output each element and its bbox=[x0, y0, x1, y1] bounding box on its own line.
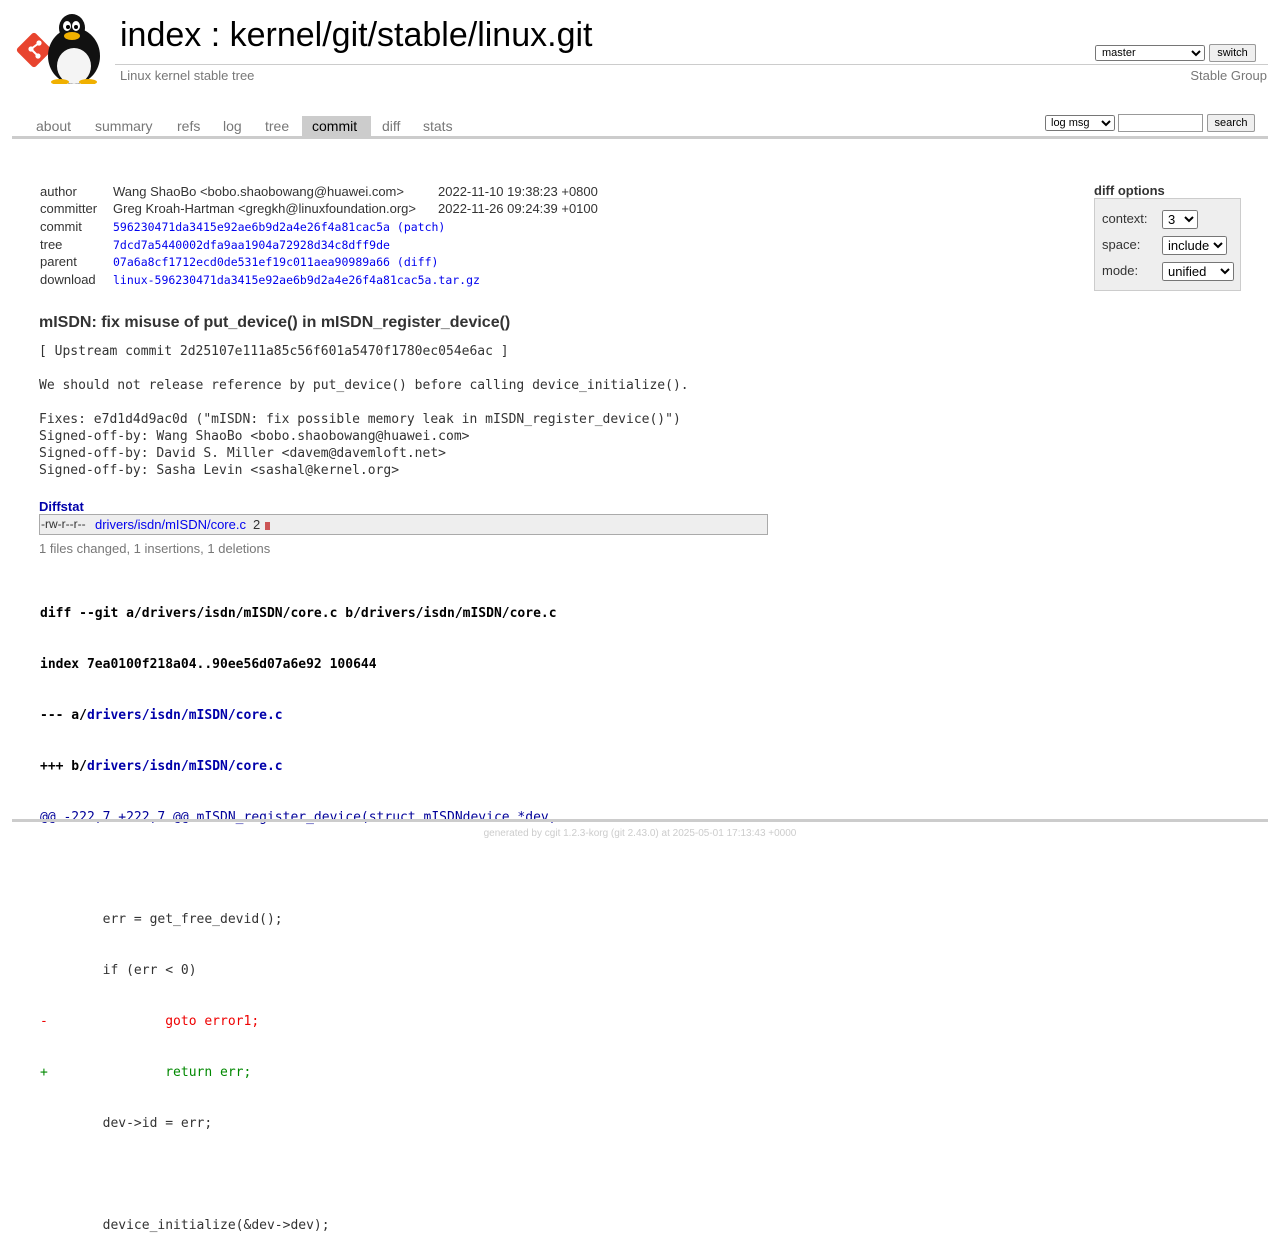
switch-button[interactable]: switch bbox=[1209, 44, 1256, 62]
footer-git-version: (git 2.43.0) bbox=[608, 828, 659, 839]
diff-options-panel: context: 3 space: include mode: unified bbox=[1094, 198, 1241, 291]
title-separator: : bbox=[201, 16, 230, 54]
tab-summary[interactable]: summary bbox=[85, 116, 163, 136]
diff-context-line bbox=[40, 860, 557, 877]
parent-value: 07a6a8cf1712ecd0de531ef19c011aea90989a66… bbox=[113, 255, 438, 269]
repo-link[interactable]: kernel/git/stable/linux.git bbox=[230, 16, 593, 54]
search-input[interactable] bbox=[1118, 114, 1203, 132]
author-date: 2022-11-10 19:38:23 +0800 bbox=[438, 184, 598, 199]
space-select[interactable]: include bbox=[1162, 236, 1227, 255]
diffstat-header[interactable]: Diffstat bbox=[39, 499, 84, 514]
diffstat-link[interactable]: Diffstat bbox=[39, 499, 84, 514]
diff-deleted-line: - goto error1; bbox=[40, 1014, 260, 1029]
committer-value: Greg Kroah-Hartman <gregkh@linuxfoundati… bbox=[113, 201, 416, 216]
tab-commit[interactable]: commit bbox=[302, 116, 371, 136]
footer: generated by cgit 1.2.3-korg (git 2.43.0… bbox=[0, 828, 1280, 839]
diff-minus-file-line: --- a/drivers/isdn/mISDN/core.c bbox=[40, 707, 557, 724]
diff-context-line: if (err < 0) bbox=[40, 963, 197, 978]
download-label: download bbox=[40, 272, 96, 287]
committer-label: committer bbox=[40, 201, 98, 216]
diff-new-file-link[interactable]: drivers/isdn/mISDN/core.c bbox=[87, 759, 283, 774]
parent-label: parent bbox=[40, 254, 77, 269]
commit-value: 596230471da3415e92ae6b9d2a4e26f4a81cac5a… bbox=[113, 220, 445, 234]
tab-refs[interactable]: refs bbox=[167, 116, 210, 136]
page-title: index : kernel/git/stable/linux.git bbox=[120, 16, 593, 55]
cgit-link[interactable]: cgit 1.2.3-korg bbox=[545, 828, 608, 839]
diff-old-file-link[interactable]: drivers/isdn/mISDN/core.c bbox=[87, 708, 283, 723]
footer-prefix: generated by bbox=[483, 828, 545, 839]
commit-label: commit bbox=[40, 219, 82, 234]
diff-hunk-header: @@ -222,7 +222,7 @@ mISDN_register_devic… bbox=[40, 810, 557, 825]
patch-link[interactable]: (patch) bbox=[397, 220, 445, 234]
diff-added-line: + return err; bbox=[40, 1065, 252, 1080]
tree-hash-link[interactable]: 7dcd7a5440002dfa9aa1904a72928d34c8dff9de bbox=[113, 238, 390, 252]
commit-message: [ Upstream commit 2d25107e111a85c56f601a… bbox=[39, 344, 689, 478]
commit-subject: mISDN: fix misuse of put_device() in mIS… bbox=[39, 314, 511, 331]
download-link[interactable]: linux-596230471da3415e92ae6b9d2a4e26f4a8… bbox=[113, 273, 480, 287]
index-link[interactable]: index bbox=[120, 16, 201, 54]
tree-value: 7dcd7a5440002dfa9aa1904a72928d34c8dff9de bbox=[113, 238, 390, 252]
repo-owner[interactable]: Stable Group bbox=[1190, 68, 1267, 83]
footer-timestamp: at 2025-05-01 17:13:43 +0000 bbox=[658, 828, 797, 839]
space-label: space: bbox=[1102, 237, 1141, 252]
diff-plus-file-line: +++ b/drivers/isdn/mISDN/core.c bbox=[40, 758, 557, 775]
owner-link[interactable]: Stable Group bbox=[1190, 68, 1267, 83]
parent-diff-link[interactable]: (diff) bbox=[397, 255, 439, 269]
plus-prefix: +++ b/ bbox=[40, 759, 87, 774]
parent-hash-link[interactable]: 07a6a8cf1712ecd0de531ef19c011aea90989a66 bbox=[113, 255, 390, 269]
diffstat-table: -rw-r--r-- drivers/isdn/mISDN/core.c 2 bbox=[39, 514, 768, 535]
file-mode: -rw-r--r-- bbox=[41, 517, 86, 531]
diff-context-line: err = get_free_devid(); bbox=[40, 912, 283, 927]
tab-diff[interactable]: diff bbox=[372, 116, 410, 136]
author-label: author bbox=[40, 184, 77, 199]
search-button[interactable]: search bbox=[1207, 114, 1255, 132]
diff-context-line: device_initialize(&dev->dev); bbox=[40, 1218, 330, 1233]
commit-hash-link[interactable]: 596230471da3415e92ae6b9d2a4e26f4a81cac5a bbox=[113, 220, 390, 234]
diff-index-line: index 7ea0100f218a04..90ee56d07a6e92 100… bbox=[40, 657, 377, 672]
mode-select[interactable]: unified bbox=[1162, 262, 1234, 281]
diff-context-line bbox=[40, 1166, 557, 1183]
deletions-bar bbox=[265, 522, 270, 530]
tree-label: tree bbox=[40, 237, 63, 252]
diffstat-summary: 1 files changed, 1 insertions, 1 deletio… bbox=[39, 541, 271, 556]
mode-label: mode: bbox=[1102, 263, 1139, 278]
diff-header-line: diff --git a/drivers/isdn/mISDN/core.c b… bbox=[40, 606, 557, 621]
context-label: context: bbox=[1102, 211, 1148, 226]
download-value: linux-596230471da3415e92ae6b9d2a4e26f4a8… bbox=[113, 273, 480, 287]
tab-about[interactable]: about bbox=[26, 116, 81, 136]
branch-select[interactable]: master bbox=[1095, 45, 1205, 61]
diff-options-title: diff options bbox=[1094, 183, 1165, 198]
header-divider bbox=[115, 64, 1268, 65]
author-value: Wang ShaoBo <bobo.shaobowang@huawei.com> bbox=[113, 184, 404, 199]
footer-divider bbox=[12, 819, 1268, 822]
diffstat-file-link[interactable]: drivers/isdn/mISDN/core.c bbox=[95, 517, 246, 532]
diffstat-count: 2 bbox=[253, 517, 261, 532]
search-type-select[interactable]: log msg bbox=[1045, 115, 1115, 131]
minus-prefix: --- a/ bbox=[40, 708, 87, 723]
diff-view: diff --git a/drivers/isdn/mISDN/core.c b… bbox=[40, 571, 557, 1251]
diffstat-graph bbox=[265, 520, 275, 530]
tab-log[interactable]: log bbox=[213, 116, 252, 136]
committer-date: 2022-11-26 09:24:39 +0100 bbox=[438, 201, 598, 216]
diff-context-line: dev->id = err; bbox=[40, 1116, 213, 1131]
cgit-logo[interactable] bbox=[14, 12, 110, 85]
tab-tree[interactable]: tree bbox=[255, 116, 299, 136]
tab-stats[interactable]: stats bbox=[413, 116, 463, 136]
repo-description: Linux kernel stable tree bbox=[120, 68, 255, 83]
context-select[interactable]: 3 bbox=[1162, 210, 1198, 229]
